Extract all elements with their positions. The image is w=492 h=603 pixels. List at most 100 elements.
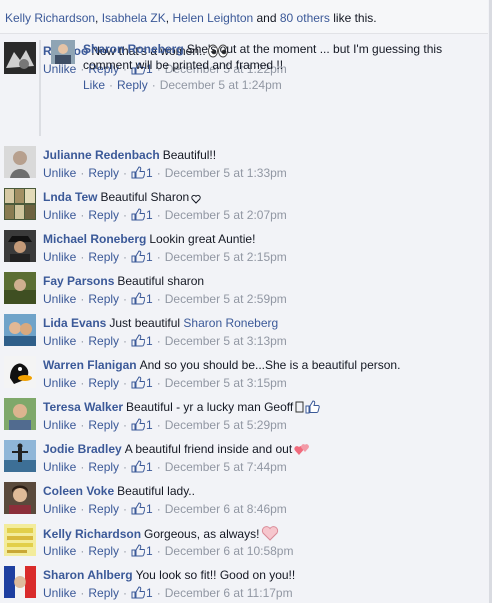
comment-actions: Unlike · Reply · 1 · December 5 at 2:59pm	[43, 291, 287, 309]
hearts-emoji-icon	[294, 442, 310, 460]
like-count[interactable]: 1	[146, 250, 153, 264]
comment-timestamp[interactable]: December 5 at 3:15pm	[165, 376, 287, 390]
liker-link-kelly[interactable]: Kelly Richardson	[5, 11, 95, 25]
reply-link[interactable]: Reply	[88, 460, 119, 474]
avatar[interactable]	[4, 566, 36, 598]
liker-link-isabhela[interactable]: Isabhela ZK	[102, 11, 166, 25]
comment-author[interactable]: Teresa Walker	[43, 400, 123, 414]
like-count[interactable]: 1	[146, 502, 153, 516]
avatar[interactable]	[4, 314, 36, 346]
avatar[interactable]	[4, 272, 36, 304]
comment-author[interactable]: Warren Flanigan	[43, 358, 137, 372]
reply-link[interactable]: Reply	[88, 208, 119, 222]
reply-link[interactable]: Reply	[88, 586, 119, 600]
like-count[interactable]: 1	[146, 166, 153, 180]
comment-timestamp[interactable]: December 5 at 2:15pm	[165, 250, 287, 264]
like-thumb-icon	[131, 250, 146, 267]
reply-link[interactable]: Reply	[117, 78, 148, 92]
unlike-link[interactable]: Unlike	[43, 544, 76, 558]
comment-actions: Unlike · Reply · 1 · December 6 at 10:58pm	[43, 543, 293, 561]
comment-author[interactable]: Julianne Redenbach	[43, 148, 160, 162]
comment-timestamp[interactable]: December 6 at 11:17pm	[165, 586, 293, 600]
like-count[interactable]: 1	[146, 376, 153, 390]
comment-item: Julianne Redenbach Beautiful!! Unlike · Rep…	[4, 146, 488, 186]
unlike-link[interactable]: Unlike	[43, 376, 76, 390]
reply-link[interactable]: Reply	[88, 292, 119, 306]
avatar[interactable]	[4, 398, 36, 430]
comment-author[interactable]: Lida Evans	[43, 316, 106, 330]
like-count[interactable]: 1	[146, 334, 153, 348]
reply-item: Sharon Roneberg She's out at the moment .…	[51, 40, 471, 132]
comment-author[interactable]: Coleen Voke	[43, 484, 114, 498]
reply-link[interactable]: Reply	[88, 544, 119, 558]
unlike-link[interactable]: Unlike	[43, 418, 76, 432]
comment-actions: Unlike · Reply · 1 · December 5 at 1:33pm	[43, 165, 287, 183]
unlike-link[interactable]: Unlike	[43, 586, 76, 600]
avatar[interactable]	[4, 482, 36, 514]
unlike-link[interactable]: Unlike	[43, 460, 76, 474]
avatar[interactable]	[4, 188, 36, 220]
others-link[interactable]: 80 others	[280, 11, 330, 25]
reply-link[interactable]: Reply	[88, 166, 119, 180]
likes-summary-bar: Kelly Richardson, Isabhela ZK, Helen Lei…	[0, 0, 488, 34]
comment-timestamp[interactable]: December 6 at 8:46pm	[165, 502, 287, 516]
unlike-link[interactable]: Unlike	[43, 292, 76, 306]
comment-timestamp[interactable]: December 5 at 5:29pm	[165, 418, 287, 432]
like-count[interactable]: 1	[146, 544, 153, 558]
like-thumb-icon	[131, 418, 146, 435]
mention-link[interactable]: Sharon Roneberg	[183, 316, 278, 330]
avatar[interactable]	[4, 440, 36, 472]
comment-timestamp[interactable]: December 5 at 7:44pm	[165, 460, 287, 474]
comment-author[interactable]: Lnda Tew	[43, 190, 97, 204]
reply-link[interactable]: Reply	[88, 334, 119, 348]
like-link[interactable]: Like	[83, 78, 105, 92]
comment-text: Beautiful sharon	[117, 274, 205, 288]
comment-actions: Unlike · Reply · 1 · December 5 at 2:15pm	[43, 249, 287, 267]
like-count[interactable]: 1	[146, 418, 153, 432]
comment-timestamp[interactable]: December 6 at 10:58pm	[165, 544, 294, 558]
comment-author[interactable]: Sharon Ahlberg	[43, 568, 133, 582]
unlike-link[interactable]: Unlike	[43, 502, 76, 516]
avatar[interactable]	[4, 356, 36, 388]
comment-text: Just beautiful	[109, 316, 181, 330]
like-count[interactable]: 1	[146, 292, 153, 306]
unlike-link[interactable]: Unlike	[43, 250, 76, 264]
avatar[interactable]	[4, 42, 36, 74]
comment-author[interactable]: Jodie Bradley	[43, 442, 122, 456]
comment-text: Gorgeous, as always!	[144, 527, 260, 541]
unlike-link[interactable]: Unlike	[43, 208, 76, 222]
like-thumb-icon	[131, 208, 146, 225]
comment-author[interactable]: Michael Roneberg	[43, 232, 146, 246]
unlike-link[interactable]: Unlike	[43, 334, 76, 348]
heart-outline-icon	[191, 192, 201, 208]
avatar[interactable]	[51, 40, 75, 64]
comment-actions: Unlike · Reply · 1 · December 5 at 7:44pm	[43, 459, 287, 477]
comment-author[interactable]: Sharon Roneberg	[83, 42, 184, 56]
like-count[interactable]: 1	[146, 208, 153, 222]
comment-timestamp[interactable]: December 5 at 1:33pm	[165, 166, 287, 180]
comment-timestamp[interactable]: December 5 at 3:13pm	[165, 334, 287, 348]
comment-timestamp[interactable]: December 5 at 2:07pm	[165, 208, 287, 222]
comment-text: Beautiful Sharon	[100, 190, 190, 204]
avatar[interactable]	[4, 146, 36, 178]
comment-author[interactable]: Kelly Richardson	[43, 527, 141, 541]
reply-link[interactable]: Reply	[88, 418, 119, 432]
reply-thread: Sharon Roneberg She's out at the moment .…	[39, 40, 481, 136]
comment-actions: Unlike · Reply · 1 · December 5 at 5:29pm	[43, 417, 287, 435]
like-count[interactable]: 1	[146, 460, 153, 474]
unlike-link[interactable]: Unlike	[43, 166, 76, 180]
avatar[interactable]	[4, 524, 36, 556]
reply-link[interactable]: Reply	[88, 502, 119, 516]
liker-link-helen[interactable]: Helen Leighton	[172, 11, 253, 25]
comment-timestamp[interactable]: December 5 at 2:59pm	[165, 292, 287, 306]
comment-timestamp[interactable]: December 5 at 1:24pm	[160, 78, 282, 92]
avatar[interactable]	[4, 230, 36, 262]
like-thumb-icon	[131, 502, 146, 519]
like-thumb-icon	[131, 586, 146, 603]
comment-author[interactable]: Fay Parsons	[43, 274, 114, 288]
like-count[interactable]: 1	[146, 586, 153, 600]
reply-link[interactable]: Reply	[88, 250, 119, 264]
comment-item: Coleen Voke Beautiful lady.. Unlike · Reply…	[4, 482, 488, 522]
heart-emoji-icon	[261, 525, 279, 545]
reply-link[interactable]: Reply	[88, 376, 119, 390]
